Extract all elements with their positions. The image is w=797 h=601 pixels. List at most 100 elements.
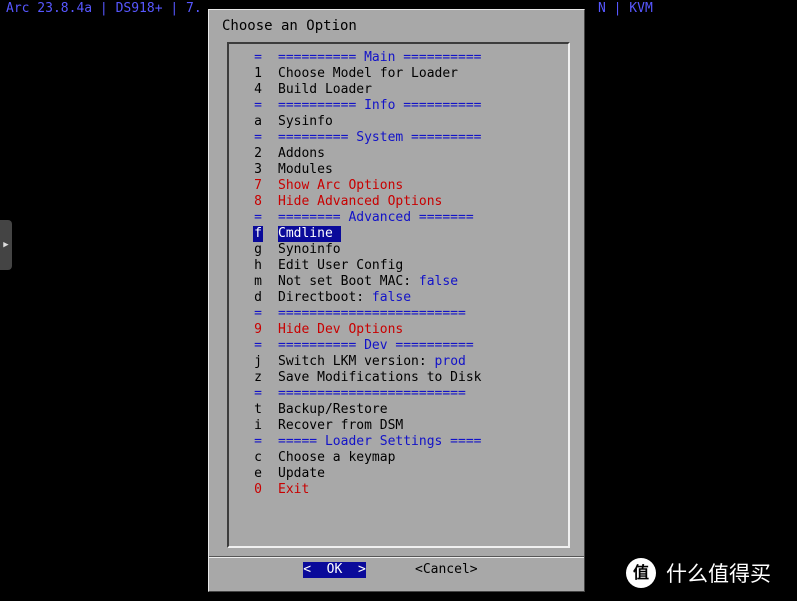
menu-separator: = ===== Loader Settings ==== [253, 434, 553, 450]
menu-item-label: ========== Main ========== [278, 50, 482, 65]
menu-item-label: ======================== [278, 386, 466, 401]
menu-item-d[interactable]: d Directboot: false [253, 290, 553, 306]
menu-item-label-wrap: Build Loader [278, 82, 372, 98]
menu-item-value: false [371, 290, 412, 305]
menu-item-label: Synoinfo [278, 242, 341, 257]
menu-item-label-wrap: ======================== [278, 386, 466, 402]
menu-item-label-wrap: Save Modifications to Disk [278, 370, 482, 386]
menu-item-g[interactable]: g Synoinfo [253, 242, 553, 258]
menu-item-label-wrap: Edit User Config [278, 258, 403, 274]
menu-separator: = ========== Info ========== [253, 98, 553, 114]
menu-item-label: Recover from DSM [278, 418, 404, 433]
menu-item-label: Modules [278, 162, 333, 177]
menu-item-label: ======================== [278, 306, 466, 321]
menu-item-2[interactable]: 2 Addons [253, 146, 553, 162]
button-divider [209, 556, 584, 558]
menu-item-label: ===== Loader Settings ==== [278, 434, 482, 449]
menu-item-j[interactable]: j Switch LKM version: prod [253, 354, 553, 370]
top-status-left: Arc 23.8.4a | DS918+ | 7. [6, 1, 202, 16]
menu-item-label-wrap: Cmdline [278, 226, 341, 242]
menu-item-a[interactable]: a Sysinfo [253, 114, 553, 130]
menu-item-label-wrap: ========== Info ========== [278, 98, 482, 114]
watermark: 值 什么值得买 [626, 557, 771, 589]
menu-item-label-wrap: Choose Model for Loader [278, 66, 458, 82]
menu-item-label: ======== Advanced ======= [278, 210, 474, 225]
menu-item-tag: 9 [254, 322, 262, 337]
menu-item-t[interactable]: t Backup/Restore [253, 402, 553, 418]
menu-item-tag: t [254, 402, 262, 417]
menu-item-label-wrap: ===== Loader Settings ==== [278, 434, 482, 450]
menu-item-f[interactable]: f Cmdline [253, 226, 553, 242]
menu-separator: = ========== Main ========== [253, 50, 553, 66]
menu-item-tag: = [254, 210, 262, 225]
menu-item-label: Not set Boot MAC: [278, 274, 419, 289]
watermark-logo: 值 [626, 558, 656, 588]
menu-item-tag: h [254, 258, 262, 273]
menu-item-label-wrap: ========= System ========= [278, 130, 482, 146]
menu-item-label-wrap: Choose a keymap [278, 450, 395, 466]
menu-item-tag: 1 [254, 66, 262, 81]
menu-item-1[interactable]: 1 Choose Model for Loader [253, 66, 553, 82]
menu-separator: = ======== Advanced ======= [253, 210, 553, 226]
menu-item-label-wrap: Directboot: false [278, 290, 411, 306]
dialog-title: Choose an Option [222, 18, 357, 34]
menu-item-7[interactable]: 7 Show Arc Options [253, 178, 553, 194]
menu-item-tag: 0 [254, 482, 262, 497]
menu-item-h[interactable]: h Edit User Config [253, 258, 553, 274]
menu-item-label: Build Loader [278, 82, 372, 97]
menu-item-label-wrap: ======== Advanced ======= [278, 210, 474, 226]
menu-item-8[interactable]: 8 Hide Advanced Options [253, 194, 553, 210]
menu-item-label: ========== Dev ========== [278, 338, 474, 353]
menu-item-label: Choose Model for Loader [278, 66, 459, 81]
menu-item-label: Sysinfo [278, 114, 333, 129]
menu-item-label: ========== Info ========== [278, 98, 482, 113]
menu-item-e[interactable]: e Update [253, 466, 553, 482]
menu-item-value: false [418, 274, 459, 289]
menu-item-label-wrap: Hide Dev Options [278, 322, 403, 338]
menu-item-tag: g [254, 242, 262, 257]
menu-item-label-wrap: Sysinfo [278, 114, 333, 130]
menu-item-tag: = [254, 98, 262, 113]
menu-item-m[interactable]: m Not set Boot MAC: false [253, 274, 553, 290]
menu-item-tag: = [254, 50, 262, 65]
menu-separator: = ========== Dev ========== [253, 338, 553, 354]
menu-item-tag: a [254, 114, 262, 129]
menu-item-9[interactable]: 9 Hide Dev Options [253, 322, 553, 338]
menu-item-tag: = [254, 434, 262, 449]
menu-item-tag: c [254, 450, 262, 465]
cancel-button[interactable]: <Cancel> [415, 562, 478, 578]
menu-item-label-wrap: Recover from DSM [278, 418, 403, 434]
menu-item-i[interactable]: i Recover from DSM [253, 418, 553, 434]
menu-item-label: Backup/Restore [278, 402, 388, 417]
menu-item-c[interactable]: c Choose a keymap [253, 450, 553, 466]
menu-item-tag: d [254, 290, 262, 305]
menu-item-label: Cmdline [278, 226, 333, 241]
menu-item-label: Show Arc Options [278, 178, 404, 193]
menu-item-label: Update [278, 466, 325, 481]
menu-item-tag: m [254, 274, 262, 289]
menu-item-0[interactable]: 0 Exit [253, 482, 553, 498]
side-panel-toggle[interactable]: ▶ [0, 220, 12, 270]
menu-item-3[interactable]: 3 Modules [253, 162, 553, 178]
menu-separator: = ======================== [253, 306, 553, 322]
menu-item-tag: z [254, 370, 262, 385]
menu-item-label-wrap: Switch LKM version: prod [278, 354, 466, 370]
menu-item-z[interactable]: z Save Modifications to Disk [253, 370, 553, 386]
menu-item-4[interactable]: 4 Build Loader [253, 82, 553, 98]
menu-item-label: Directboot: [278, 290, 372, 305]
menu-list: = ========== Main ========== 1 Choose Model… [253, 50, 553, 498]
ok-button[interactable]: < OK > [303, 562, 366, 578]
menu-item-tag: 4 [254, 82, 262, 97]
menu-item-label-wrap: Update [278, 466, 325, 482]
menu-item-label: Choose a keymap [278, 450, 396, 465]
menu-item-tag: 3 [254, 162, 262, 177]
menu-item-tag: = [254, 338, 262, 353]
menu-item-tag: = [254, 306, 262, 321]
menu-item-label: Save Modifications to Disk [278, 370, 482, 385]
menu-item-label: Exit [278, 482, 310, 497]
menu-item-label-wrap: Modules [278, 162, 333, 178]
menu-item-label: ========= System ========= [278, 130, 482, 145]
menu-item-tag: 8 [254, 194, 262, 209]
option-dialog: Choose an Option = ========== Main ======… [208, 9, 585, 592]
menu-item-label-wrap: ========== Main ========== [278, 50, 482, 66]
